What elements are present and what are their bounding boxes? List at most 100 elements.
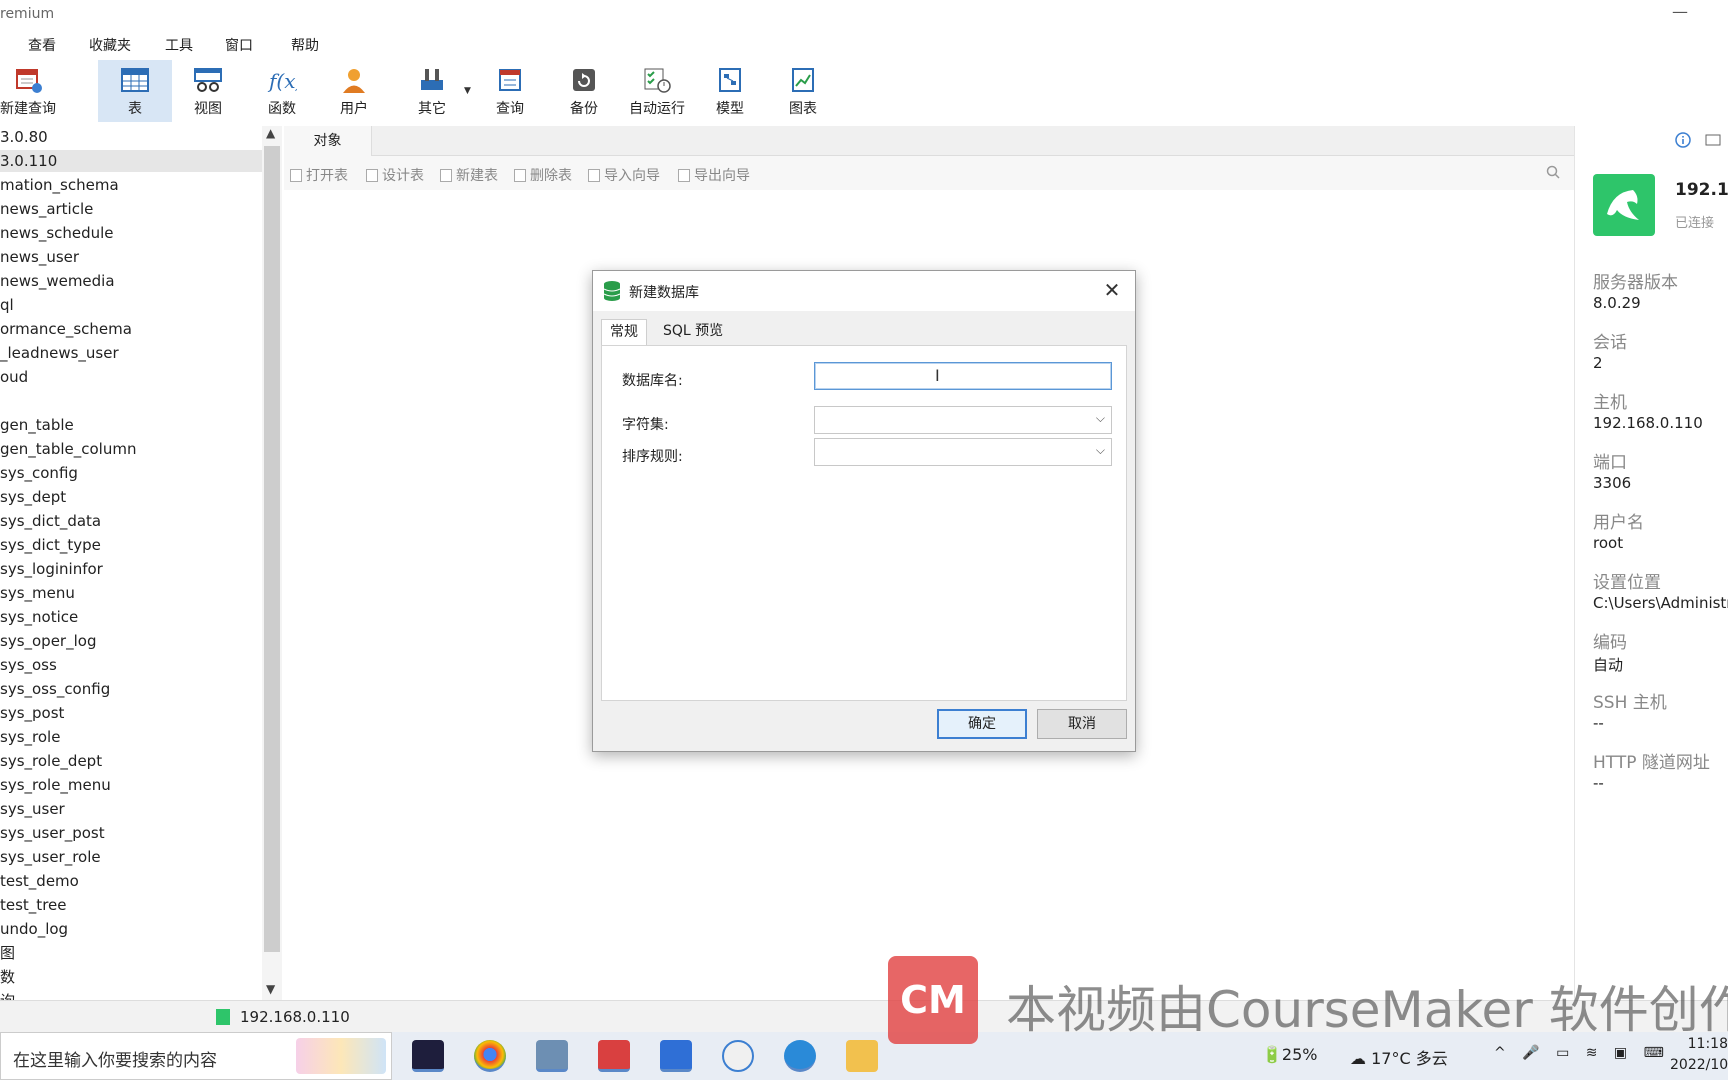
tree-item[interactable]: gen_table (0, 414, 262, 436)
tab-sql-preview[interactable]: SQL 预览 (655, 319, 731, 345)
session-value: 2 (1593, 354, 1603, 372)
clock-time: 11:18 (1687, 1036, 1728, 1052)
tree-item[interactable]: news_wemedia (0, 270, 262, 292)
tree-item[interactable]: 3.0.80 (0, 126, 262, 148)
close-icon[interactable]: ✕ (1097, 275, 1127, 305)
tree-item[interactable]: _leadnews_user (0, 342, 262, 364)
menu-help[interactable]: 帮助 (291, 35, 319, 55)
weather-widget[interactable]: ☁ 17°C 多云 (1350, 1045, 1448, 1069)
navicat-icon[interactable] (722, 1040, 754, 1072)
tree-item[interactable]: sys_role_menu (0, 774, 262, 796)
tree-item[interactable]: test_demo (0, 870, 262, 892)
tree-item[interactable]: sys_notice (0, 606, 262, 628)
design-table-button[interactable]: 设计表 (366, 165, 424, 185)
tree-item[interactable]: test_tree (0, 894, 262, 916)
view-button[interactable]: 视图 (178, 60, 238, 122)
auto-run-button[interactable]: 自动运行 (622, 60, 692, 122)
search-icon[interactable] (1546, 165, 1560, 179)
chart-button[interactable]: 图表 (773, 60, 833, 122)
tree-item[interactable]: news_schedule (0, 222, 262, 244)
charset-select[interactable]: ⌵ (814, 406, 1112, 434)
virtualbox-icon[interactable] (536, 1040, 568, 1072)
tree-item[interactable]: mation_schema (0, 174, 262, 196)
tree-item[interactable]: sys_role (0, 726, 262, 748)
menu-window[interactable]: 窗口 (225, 35, 253, 55)
collation-select[interactable]: ⌵ (814, 438, 1112, 466)
query-button[interactable]: 查询 (480, 60, 540, 122)
scroll-up-icon[interactable]: ▲ (266, 126, 275, 140)
tree-item[interactable]: ormance_schema (0, 318, 262, 340)
ok-button[interactable]: 确定 (937, 709, 1027, 739)
other-dropdown-icon[interactable]: ▼ (464, 86, 471, 96)
delete-table-button[interactable]: 删除表 (514, 165, 572, 185)
intellij-icon[interactable] (412, 1040, 444, 1072)
tree-item[interactable]: 询 (0, 990, 262, 1000)
tree-item[interactable]: sys_post (0, 702, 262, 724)
tree-item[interactable]: sys_oper_log (0, 630, 262, 652)
tree-item[interactable]: 3.0.110 (0, 150, 262, 172)
tree-item[interactable]: sys_user_role (0, 846, 262, 868)
info-icon[interactable] (1675, 132, 1691, 148)
minimize-button[interactable]: — (1672, 2, 1688, 21)
scroll-down-icon[interactable]: ▼ (266, 982, 275, 996)
tree-item[interactable]: sys_dict_data (0, 510, 262, 532)
coursemaker-icon[interactable] (598, 1040, 630, 1072)
tree-item[interactable]: sys_dept (0, 486, 262, 508)
tree-item[interactable]: news_user (0, 246, 262, 268)
tree-item[interactable]: sys_config (0, 462, 262, 484)
tree-item[interactable]: undo_log (0, 918, 262, 940)
import-wizard-button[interactable]: 导入向导 (588, 165, 660, 185)
tree-item[interactable]: news_article (0, 198, 262, 220)
database-name-input[interactable]: I (814, 362, 1112, 390)
navigation-tree: 3.0.80 3.0.110 mation_schema news_article ne… (0, 126, 262, 1000)
tree-item[interactable] (0, 390, 262, 412)
tree-item[interactable]: ql (0, 294, 262, 316)
new-table-button[interactable]: 新建表 (440, 165, 498, 185)
session-label: 会话 (1593, 333, 1627, 353)
import-wizard-label: 导入向导 (604, 168, 660, 184)
tree-item[interactable]: gen_table_column (0, 438, 262, 460)
tab-general[interactable]: 常规 (601, 319, 647, 346)
taskbar-clock[interactable]: 11:18 2022/10 (1670, 1034, 1728, 1076)
tree-item[interactable]: sys_role_dept (0, 750, 262, 772)
backup-icon (573, 69, 595, 91)
tree-item[interactable]: sys_oss_config (0, 678, 262, 700)
menu-favorites[interactable]: 收藏夹 (89, 35, 131, 55)
server-version-label: 服务器版本 (1593, 273, 1678, 293)
user-button[interactable]: 用户 (324, 60, 384, 122)
search-highlight-icon[interactable] (296, 1038, 386, 1074)
http-tunnel-label: HTTP 隧道网址 (1593, 753, 1710, 773)
table-button[interactable]: 表 (98, 60, 172, 122)
export-wizard-button[interactable]: 导出向导 (678, 165, 750, 185)
scroll-thumb[interactable] (264, 146, 280, 952)
model-button[interactable]: 模型 (700, 60, 760, 122)
view-icon (194, 68, 222, 92)
backup-button[interactable]: 备份 (554, 60, 614, 122)
edge-icon[interactable] (784, 1040, 816, 1072)
tree-item[interactable]: sys_menu (0, 582, 262, 604)
tree-item[interactable]: sys_user_post (0, 822, 262, 844)
new-query-button[interactable]: 新建查询 (0, 60, 56, 122)
user-label: 用户 (340, 101, 368, 117)
cancel-button[interactable]: 取消 (1037, 709, 1127, 739)
file-explorer-icon[interactable] (846, 1040, 878, 1072)
tab-objects[interactable]: 对象 (284, 126, 372, 157)
ddl-icon[interactable] (1705, 132, 1721, 148)
tree-item[interactable]: 图 (0, 942, 262, 964)
menu-view[interactable]: 查看 (28, 35, 56, 55)
open-table-button[interactable]: 打开表 (290, 165, 348, 185)
tree-scrollbar[interactable]: ▲ ▼ (262, 126, 282, 1000)
tree-item[interactable]: 数 (0, 966, 262, 988)
battery-indicator[interactable]: 🔋25% (1262, 1045, 1317, 1064)
tree-item[interactable]: oud (0, 366, 262, 388)
wps-icon[interactable] (660, 1040, 692, 1072)
chrome-icon[interactable] (474, 1040, 506, 1072)
tree-item[interactable]: sys_logininfor (0, 558, 262, 580)
other-button[interactable]: 其它 (402, 60, 462, 122)
tray-icons[interactable]: ^ 🎤 ▭ ≋ ▣ ⌨ (1494, 1045, 1670, 1061)
tree-item[interactable]: sys_oss (0, 654, 262, 676)
tree-item[interactable]: sys_dict_type (0, 534, 262, 556)
tree-item[interactable]: sys_user (0, 798, 262, 820)
function-button[interactable]: f(x) 函数 (252, 60, 312, 122)
menu-tools[interactable]: 工具 (165, 35, 193, 55)
